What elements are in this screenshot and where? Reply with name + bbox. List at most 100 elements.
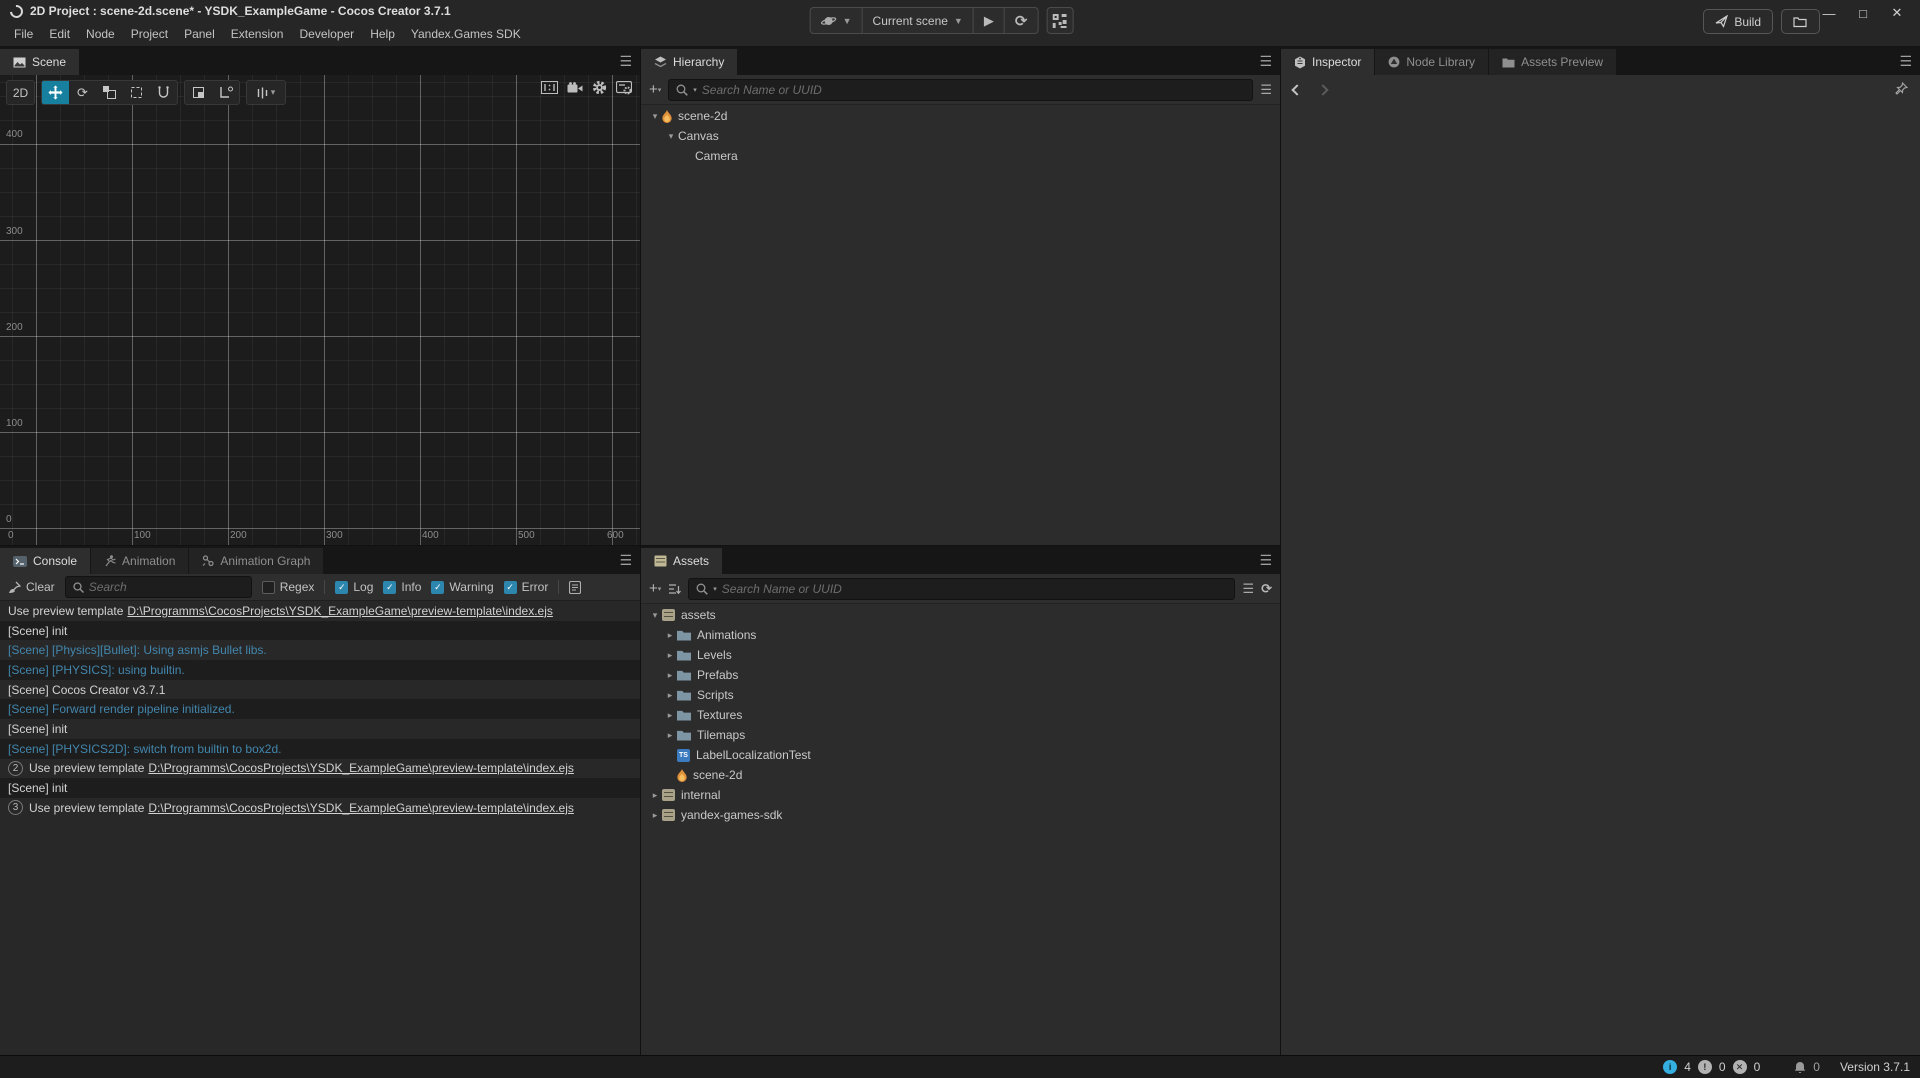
- inspector-panel-menu-icon[interactable]: ☰: [1899, 53, 1912, 70]
- console-panel-menu-icon[interactable]: ☰: [619, 552, 632, 569]
- hierarchy-view-options-icon[interactable]: ☰: [1260, 82, 1272, 98]
- console-log-row[interactable]: 2Use preview templateD:\Programms\CocosP…: [0, 759, 640, 779]
- rotate-tool-button[interactable]: ⟳: [69, 81, 96, 104]
- tab-scene[interactable]: Scene: [0, 49, 79, 75]
- rect-tool-button[interactable]: [123, 81, 150, 104]
- expand-chevron-icon[interactable]: ▸: [648, 790, 662, 801]
- menu-project[interactable]: Project: [123, 25, 176, 43]
- log-file-link[interactable]: D:\Programms\CocosProjects\YSDK_ExampleG…: [148, 801, 574, 815]
- asset-row-internal[interactable]: ▸ internal: [641, 785, 1280, 805]
- tab-node-library[interactable]: Node Library: [1375, 49, 1488, 75]
- console-log-row[interactable]: Use preview templateD:\Programms\CocosPr…: [0, 601, 640, 621]
- sort-assets-button[interactable]: [668, 583, 681, 595]
- scene-settings-gear-icon[interactable]: [592, 80, 607, 95]
- filter-warning[interactable]: Warning: [431, 580, 493, 594]
- scene-panel-menu-icon[interactable]: ☰: [619, 53, 632, 70]
- console-log-row[interactable]: [Scene] init: [0, 719, 640, 739]
- log-checkbox[interactable]: [335, 581, 348, 594]
- menu-node[interactable]: Node: [78, 25, 123, 43]
- expand-chevron-icon[interactable]: ▸: [663, 710, 677, 721]
- console-log-row[interactable]: [Scene] [PHYSICS]: using builtin.: [0, 660, 640, 680]
- assets-panel-menu-icon[interactable]: ☰: [1259, 552, 1272, 569]
- assets-view-options-icon[interactable]: ☰: [1242, 581, 1254, 597]
- scene-camera-button[interactable]: [567, 82, 583, 94]
- log-detail-icon[interactable]: [569, 581, 581, 594]
- coordinate-mode-button[interactable]: [212, 81, 239, 104]
- play-button[interactable]: ▶: [973, 8, 1004, 33]
- gizmo-display-button[interactable]: ▾: [247, 81, 285, 104]
- create-node-button[interactable]: +▾: [649, 82, 661, 97]
- expand-chevron-icon[interactable]: ▸: [663, 630, 677, 641]
- error-count-icon[interactable]: ✕: [1733, 1060, 1747, 1074]
- expand-chevron-icon[interactable]: ▾: [664, 131, 678, 142]
- scale-tool-button[interactable]: [96, 81, 123, 104]
- tab-inspector[interactable]: Inspector: [1281, 49, 1374, 75]
- console-log-row[interactable]: [Scene] Forward render pipeline initiali…: [0, 699, 640, 719]
- asset-row-yandex-games-sdk[interactable]: ▸ yandex-games-sdk: [641, 805, 1280, 825]
- preview-scene-select[interactable]: Current scene ▼: [862, 8, 973, 33]
- hierarchy-node-camera[interactable]: Camera: [641, 146, 1280, 166]
- assets-search-input[interactable]: [722, 582, 1228, 596]
- close-button[interactable]: ✕: [1880, 0, 1914, 26]
- warning-count-icon[interactable]: !: [1698, 1060, 1712, 1074]
- hierarchy-search-input[interactable]: [702, 83, 1246, 97]
- asset-row-textures[interactable]: ▸ Textures: [641, 705, 1280, 725]
- info-checkbox[interactable]: [383, 581, 396, 594]
- tab-assets-preview[interactable]: Assets Preview: [1489, 49, 1616, 75]
- console-log-row[interactable]: [Scene] init: [0, 621, 640, 641]
- expand-chevron-icon[interactable]: ▸: [663, 650, 677, 661]
- error-checkbox[interactable]: [504, 581, 517, 594]
- hierarchy-panel-menu-icon[interactable]: ☰: [1259, 53, 1272, 70]
- maximize-button[interactable]: □: [1846, 0, 1880, 26]
- console-search-input[interactable]: [89, 580, 244, 594]
- anchor-tool-button[interactable]: [150, 81, 177, 104]
- menu-extension[interactable]: Extension: [223, 25, 292, 43]
- filter-regex[interactable]: Regex: [262, 580, 315, 594]
- mode-2d-button[interactable]: 2D: [7, 81, 34, 104]
- regex-checkbox[interactable]: [262, 581, 275, 594]
- menu-edit[interactable]: Edit: [41, 25, 78, 43]
- log-file-link[interactable]: D:\Programms\CocosProjects\YSDK_ExampleG…: [127, 604, 553, 618]
- pin-icon[interactable]: [1895, 82, 1908, 95]
- pivot-snap-button[interactable]: [185, 81, 212, 104]
- scene-viewport[interactable]: 400 300 200 100 0 0 100 200 300 400 500 …: [0, 75, 640, 545]
- filter-log[interactable]: Log: [335, 580, 373, 594]
- warning-checkbox[interactable]: [431, 581, 444, 594]
- console-log-row[interactable]: [Scene] [Physics][Bullet]: Using asmjs B…: [0, 640, 640, 660]
- console-log-row[interactable]: [Scene] [PHYSICS2D]: switch from builtin…: [0, 739, 640, 759]
- hierarchy-node-scene[interactable]: ▾ scene-2d: [641, 106, 1280, 126]
- asset-row-assets[interactable]: ▾ assets: [641, 605, 1280, 625]
- console-log-row[interactable]: [Scene] Cocos Creator v3.7.1: [0, 680, 640, 700]
- expand-chevron-icon[interactable]: ▸: [663, 730, 677, 741]
- clear-console-button[interactable]: Clear: [8, 580, 55, 594]
- menu-yandex-games-sdk[interactable]: Yandex.Games SDK: [403, 25, 529, 43]
- search-filter-caret-icon[interactable]: ▾: [693, 86, 697, 94]
- asset-row-tilemaps[interactable]: ▸ Tilemaps: [641, 725, 1280, 745]
- preview-browser-select[interactable]: ▼: [811, 8, 862, 33]
- expand-chevron-icon[interactable]: ▾: [648, 610, 662, 621]
- filter-info[interactable]: Info: [383, 580, 421, 594]
- build-button[interactable]: Build: [1703, 9, 1773, 34]
- menu-file[interactable]: File: [6, 25, 41, 43]
- nav-forward-icon[interactable]: [1317, 84, 1328, 95]
- minimize-button[interactable]: —: [1812, 0, 1846, 26]
- move-tool-button[interactable]: [42, 81, 69, 104]
- asset-row-scene-2d[interactable]: scene-2d: [641, 765, 1280, 785]
- menu-help[interactable]: Help: [362, 25, 403, 43]
- asset-row-animations[interactable]: ▸ Animations: [641, 625, 1280, 645]
- scene-export-settings-button[interactable]: [616, 81, 632, 95]
- tab-assets[interactable]: Assets: [641, 548, 722, 574]
- aspect-ratio-button[interactable]: [541, 81, 558, 94]
- create-asset-button[interactable]: +▾: [649, 581, 661, 596]
- search-filter-caret-icon[interactable]: ▾: [713, 585, 717, 593]
- tab-animation[interactable]: Animation: [91, 548, 188, 574]
- log-file-link[interactable]: D:\Programms\CocosProjects\YSDK_ExampleG…: [148, 761, 574, 775]
- expand-chevron-icon[interactable]: ▸: [648, 810, 662, 821]
- menu-developer[interactable]: Developer: [291, 25, 362, 43]
- console-log-row[interactable]: [Scene] init: [0, 778, 640, 798]
- asset-row-prefabs[interactable]: ▸ Prefabs: [641, 665, 1280, 685]
- expand-chevron-icon[interactable]: ▸: [663, 690, 677, 701]
- refresh-button[interactable]: ⟳: [1004, 8, 1038, 33]
- tab-hierarchy[interactable]: Hierarchy: [641, 49, 737, 75]
- hierarchy-node-canvas[interactable]: ▾ Canvas: [641, 126, 1280, 146]
